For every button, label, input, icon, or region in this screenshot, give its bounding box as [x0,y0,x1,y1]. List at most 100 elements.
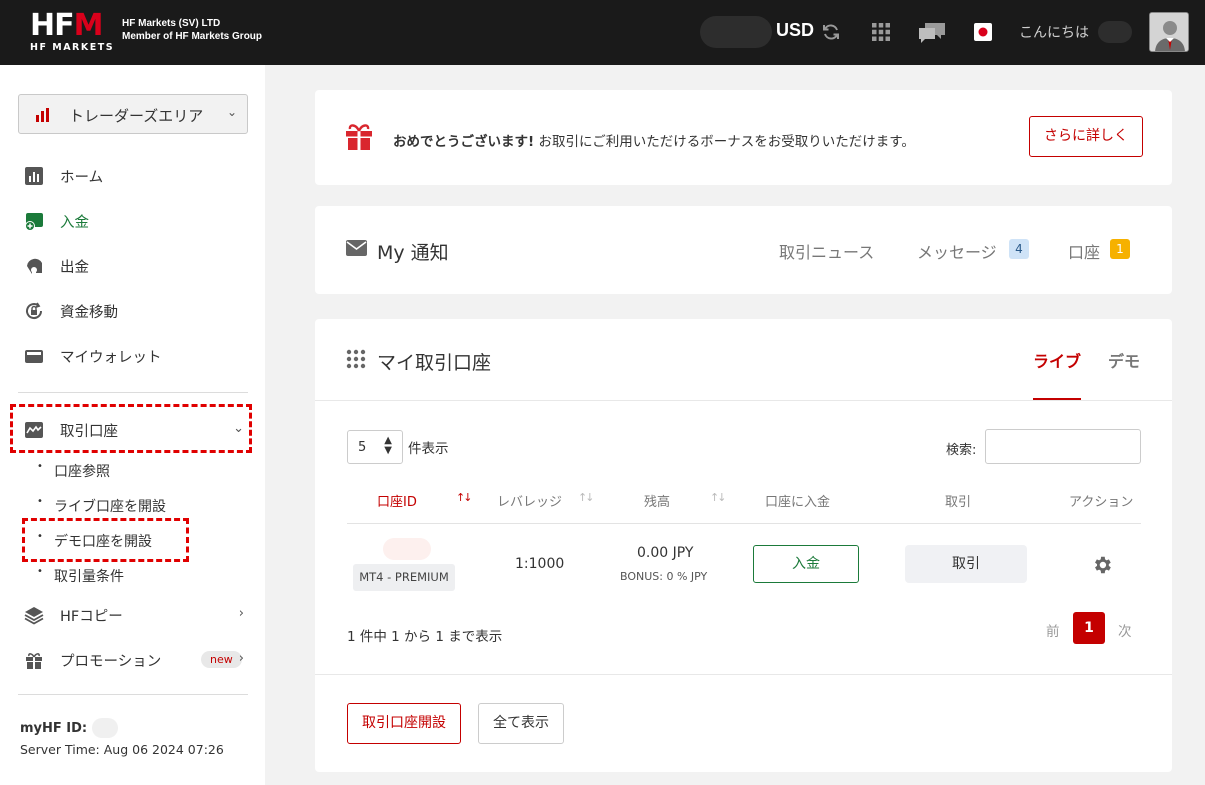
deposit-button[interactable]: 入金 [753,545,859,583]
sub-item-view-accounts[interactable]: 口座参照 [37,461,110,481]
my-accounts-card: マイ取引口座 ライブ デモ 5 ▲ ▼ 件表示 検索: 口座ID ↑↓ レバレッジ… [315,319,1172,772]
user-avatar[interactable] [1149,12,1189,52]
logo-m: M [73,8,104,43]
column-header-action: アクション [1069,495,1134,510]
logo-hf: HF [30,8,75,43]
layers-icon [24,607,44,625]
refresh-icon[interactable] [821,22,841,42]
sidebar-item-promotion[interactable]: プロモーション new › [24,648,254,672]
traders-area-select[interactable]: トレーダーズエリア ⌄ [18,94,248,134]
transfer-lock-icon [26,302,43,320]
balance-value: 0.00 JPY [637,545,694,561]
chat-icon[interactable] [917,21,947,45]
search-label: 検索: [946,443,977,458]
new-badge: new [201,651,242,668]
highlight-open-demo [22,518,189,562]
pagination-previous[interactable]: 前 [1046,620,1060,640]
tab-trading-news[interactable]: 取引ニュース [779,239,874,263]
tab-live[interactable]: ライブ [1033,348,1081,372]
bonus-card: おめでとうございます! お取引にご利用いただけるボーナスをお受取りいただけます。… [315,90,1172,185]
trade-button[interactable]: 取引 [905,545,1027,583]
sidebar-item-hf-copy[interactable]: HFコピー › [24,603,254,627]
japan-flag-icon[interactable] [974,23,992,41]
user-silhouette-icon [1150,13,1188,51]
sort-icon-active[interactable]: ↑↓ [456,491,473,504]
tab-messages[interactable]: メッセージ [917,239,997,263]
account-type-badge: MT4 - PREMIUM [353,564,455,591]
bonus-value: BONUS: 0 % JPY [620,570,708,583]
column-header-leverage[interactable]: レバレッジ [497,491,562,510]
sidebar-item-label: マイウォレット [60,350,162,366]
page-length-label: 件表示 [408,441,449,457]
messages-count-badge: 4 [1009,239,1029,259]
currency-label[interactable]: USD [776,20,814,41]
notifications-title: My 通知 [377,242,449,264]
gear-icon[interactable] [1091,554,1113,576]
bonus-detail: お取引にご利用いただけるボーナスをお受取りいただけます。 [534,134,915,150]
chevron-right-icon: › [238,651,244,666]
pagination-page-1[interactable]: 1 [1073,612,1105,644]
sidebar-item-label: プロモーション [60,654,162,670]
sort-icon[interactable]: ↑↓ [710,491,727,504]
myhf-id-label: myHF ID: [20,721,88,736]
sidebar-item-transfer[interactable]: 資金移動 [24,299,254,323]
sidebar-item-label: HFコピー [60,609,123,625]
table-header-divider [347,523,1141,524]
grid-icon [346,349,366,369]
balance-blurred [700,16,772,48]
sidebar-item-withdraw[interactable]: 出金 [24,254,254,278]
pagination-next[interactable]: 次 [1118,620,1132,640]
server-time: Server Time: Aug 06 2024 07:26 [20,742,224,757]
open-trading-account-button[interactable]: 取引口座開設 [347,703,461,744]
account-count-badge: 1 [1110,239,1130,259]
search-input[interactable] [985,429,1141,464]
sidebar-item-home[interactable]: ホーム [24,164,254,188]
column-header-trade: 取引 [945,495,972,510]
sidebar-item-label: 入金 [60,215,89,231]
bar-chart-icon [36,108,49,122]
sub-item-label: 取引量条件 [54,569,124,585]
column-header-deposit: 口座に入金 [765,495,831,510]
traders-area-label: トレーダーズエリア [69,107,204,125]
withdraw-icon [27,258,42,274]
sub-item-open-live[interactable]: ライブ口座を開設 [37,496,166,516]
apps-grid-icon[interactable] [872,23,890,41]
sidebar-divider [18,694,248,695]
sidebar: トレーダーズエリア ⌄ ホーム 入金 出金 資金移動 マイウォレット 取引口座 … [0,65,265,785]
logo-subtitle: HF MARKETS [30,42,115,53]
my-accounts-title: マイ取引口座 [377,352,492,374]
column-header-account-id[interactable]: 口座ID [377,491,417,510]
highlight-trading-accounts [10,404,252,453]
sub-item-volume-conditions[interactable]: 取引量条件 [37,566,124,586]
sidebar-item-wallet[interactable]: マイウォレット [24,344,254,368]
header-divider [315,400,1172,401]
view-all-button[interactable]: 全て表示 [478,703,564,744]
sort-icon[interactable]: ↑↓ [578,491,595,504]
user-name-blurred [1098,21,1132,43]
company-line-1: HF Markets (SV) LTD [122,18,221,29]
sidebar-divider [18,392,248,393]
myhf-id-blurred [92,718,118,738]
sidebar-item-deposit[interactable]: 入金 [24,209,254,233]
chevron-right-icon: › [238,606,244,621]
tab-account[interactable]: 口座 [1068,239,1100,263]
bonus-strong: おめでとうございます! [393,134,535,150]
notifications-card: My 通知 取引ニュース メッセージ 4 口座 1 [315,206,1172,294]
home-chart-icon [25,167,43,185]
account-id-blurred [383,538,431,560]
company-line-2: Member of HF Markets Group [122,30,263,42]
footer-divider [315,674,1172,675]
sort-updown-icon: ▲ ▼ [384,435,392,456]
sub-item-label: 口座参照 [54,464,110,480]
learn-more-button[interactable]: さらに詳しく [1029,116,1143,157]
hfm-logo[interactable]: HFM HF MARKETS [30,10,114,54]
deposit-wallet-icon [25,213,43,231]
column-header-balance[interactable]: 残高 [644,491,670,510]
sidebar-item-label: ホーム [60,170,104,186]
company-info: HF Markets (SV) LTD Member of HF Markets… [122,18,262,43]
gift-icon [26,653,42,669]
tab-demo[interactable]: デモ [1108,348,1140,372]
table-info: 1 件中 1 から 1 まで表示 [347,629,503,645]
page-length-select[interactable]: 5 ▲ ▼ [347,430,403,464]
leverage-value: 1:1000 [515,556,565,572]
